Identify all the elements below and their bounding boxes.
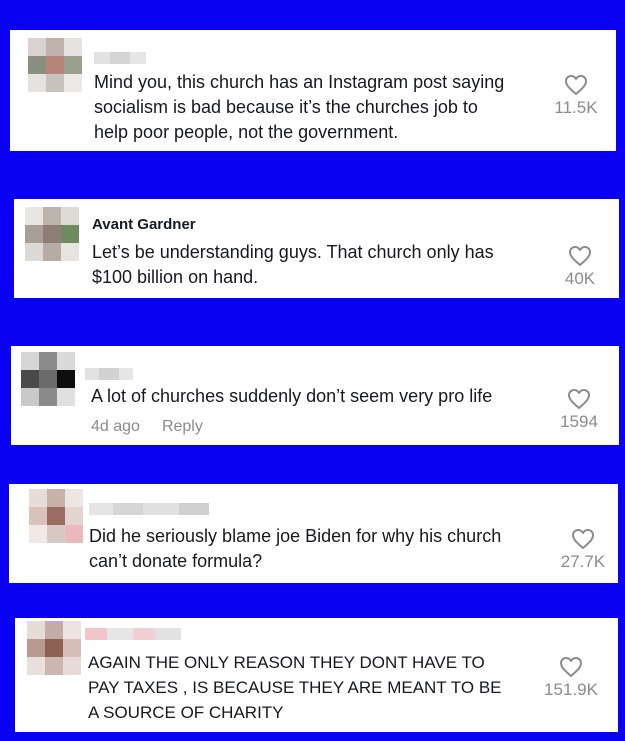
- reply-button[interactable]: Reply: [162, 418, 203, 435]
- avatar[interactable]: [28, 38, 82, 92]
- like-button[interactable]: 27.7K: [553, 528, 613, 572]
- heart-outline-icon: [572, 529, 594, 549]
- username-blurred[interactable]: [85, 368, 133, 380]
- comment-text: Mind you, this church has an Instagram p…: [94, 72, 505, 142]
- like-button[interactable]: 1594: [549, 388, 609, 432]
- avatar[interactable]: [29, 489, 83, 543]
- comment-text: Let’s be understanding guys. That church…: [92, 242, 494, 287]
- like-button[interactable]: 11.5K: [546, 74, 606, 118]
- username[interactable]: Avant Gardner: [92, 216, 196, 233]
- like-button[interactable]: 151.9K: [541, 656, 601, 700]
- heart-outline-icon: [568, 389, 590, 409]
- comment-card: A lot of churches suddenly don’t seem ve…: [11, 346, 619, 445]
- username-blurred[interactable]: [89, 503, 209, 515]
- like-count: 1594: [560, 412, 598, 431]
- comment-text: AGAIN THE ONLY REASON THEY DONT HAVE TO …: [88, 653, 502, 722]
- comment-age: 4d ago: [91, 418, 140, 435]
- username-blurred[interactable]: [85, 628, 181, 640]
- like-count: 151.9K: [544, 680, 598, 699]
- heart-outline-icon: [565, 75, 587, 95]
- avatar[interactable]: [27, 621, 81, 675]
- avatar[interactable]: [21, 352, 75, 406]
- username-blurred[interactable]: [94, 52, 146, 64]
- avatar[interactable]: [25, 207, 79, 261]
- heart-outline-icon: [560, 657, 582, 677]
- heart-outline-icon: [569, 246, 591, 266]
- like-count: 40K: [564, 269, 596, 288]
- comment-card: Mind you, this church has an Instagram p…: [10, 30, 616, 151]
- comment-text: A lot of churches suddenly don’t seem ve…: [91, 386, 493, 406]
- comment-card: Did he seriously blame joe Biden for why…: [9, 484, 618, 583]
- comment-card: AGAIN THE ONLY REASON THEY DONT HAVE TO …: [15, 618, 618, 732]
- comment-meta: 4d ago Reply: [91, 418, 203, 436]
- like-count: 27.7K: [560, 552, 606, 571]
- like-button[interactable]: 40K: [550, 245, 610, 289]
- comment-card: Avant Gardner Let’s be understanding guy…: [14, 199, 619, 298]
- comment-text: Did he seriously blame joe Biden for why…: [89, 526, 502, 571]
- like-count: 11.5K: [554, 98, 598, 117]
